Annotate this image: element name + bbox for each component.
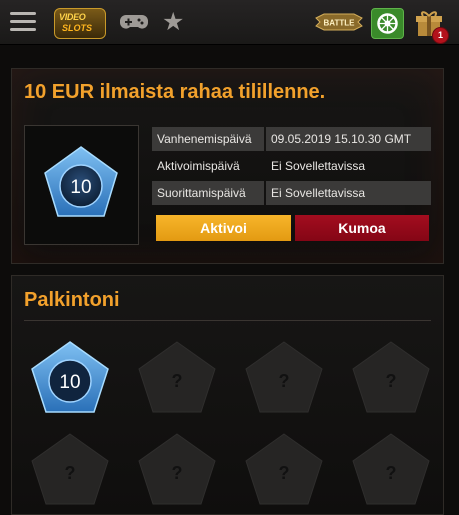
detail-row-activation: Aktivoimispäivä Ei Sovellettavissa <box>152 154 433 178</box>
offer-title: 10 EUR ilmaista rahaa tilillenne. <box>24 81 326 103</box>
reward-slot-locked: ? <box>244 431 324 511</box>
locked-reward-icon: ? <box>31 433 109 505</box>
rewards-title: Palkintoni <box>24 289 120 311</box>
reward-slot-locked: ? <box>137 431 217 511</box>
completion-value: Ei Sovellettavissa <box>266 181 431 205</box>
locked-reward-icon: ? <box>138 433 216 505</box>
locked-symbol: ? <box>279 371 290 391</box>
locked-reward-icon: ? <box>245 433 323 505</box>
expiry-value: 09.05.2019 15.10.30 GMT <box>266 127 431 151</box>
wheel-button[interactable] <box>371 8 404 39</box>
logo-text-top: VIDEO <box>59 12 86 22</box>
bonus-token-box: 10 <box>24 125 139 245</box>
notification-badge: 1 <box>432 27 449 44</box>
site-logo[interactable]: VIDEO SLOTS <box>54 8 106 39</box>
locked-symbol: ? <box>386 371 397 391</box>
battle-icon[interactable]: BATTLE <box>314 12 364 32</box>
locked-symbol: ? <box>65 463 76 483</box>
locked-symbol: ? <box>172 371 183 391</box>
menu-icon[interactable] <box>10 12 36 32</box>
locked-symbol: ? <box>172 463 183 483</box>
reward-slot-active[interactable]: 10 <box>30 339 110 419</box>
activate-button[interactable]: Aktivoi <box>156 215 291 241</box>
reward-token-value: 10 <box>59 372 80 393</box>
locked-reward-icon: ? <box>352 433 430 505</box>
divider <box>24 320 431 321</box>
locked-reward-icon: ? <box>245 341 323 413</box>
cancel-button[interactable]: Kumoa <box>295 215 429 241</box>
locked-reward-icon: ? <box>138 341 216 413</box>
reward-slot-locked: ? <box>351 339 431 419</box>
expiry-label: Vanhenemispäivä <box>152 127 264 151</box>
top-bar: VIDEO SLOTS ★ BATTLE 1 <box>0 0 459 45</box>
locked-reward-icon: ? <box>352 341 430 413</box>
completion-label: Suorittamispäivä <box>152 181 264 205</box>
detail-row-expiry: Vanhenemispäivä 09.05.2019 15.10.30 GMT <box>152 127 433 151</box>
locked-symbol: ? <box>386 463 397 483</box>
wheel-icon <box>377 13 398 34</box>
gamepad-icon[interactable] <box>120 12 148 32</box>
bonus-token-icon: 10 <box>44 146 118 217</box>
reward-slot-locked: ? <box>351 431 431 511</box>
offer-details-table: Vanhenemispäivä 09.05.2019 15.10.30 GMT … <box>152 127 433 208</box>
my-rewards-panel: Palkintoni 10 ? ? ? ? ? ? ? <box>11 275 444 515</box>
star-icon[interactable]: ★ <box>162 7 184 37</box>
logo-text-bottom: SLOTS <box>62 23 93 33</box>
token-value: 10 <box>70 177 91 198</box>
detail-row-completion: Suorittamispäivä Ei Sovellettavissa <box>152 181 433 205</box>
reward-slot-locked: ? <box>137 339 217 419</box>
locked-symbol: ? <box>279 463 290 483</box>
reward-slot-locked: ? <box>30 431 110 511</box>
reward-slot-locked: ? <box>244 339 324 419</box>
bonus-offer-panel: 10 EUR ilmaista rahaa tilillenne. 10 Van… <box>11 68 444 264</box>
battle-label: BATTLE <box>324 19 356 28</box>
activation-value: Ei Sovellettavissa <box>271 159 366 173</box>
reward-token-icon: 10 <box>31 341 109 413</box>
activation-label: Aktivoimispäivä <box>157 159 240 173</box>
